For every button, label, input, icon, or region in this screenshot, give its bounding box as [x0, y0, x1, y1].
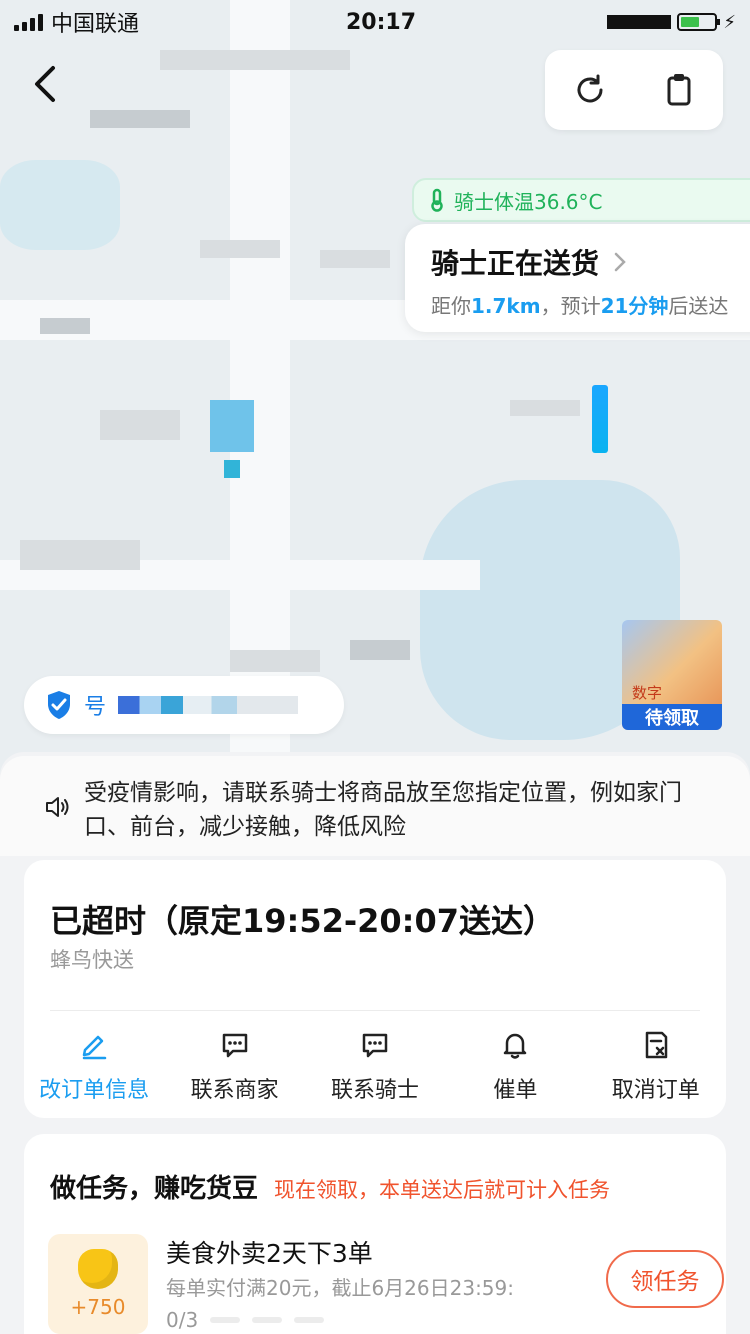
rider-status-title: 骑士正在送货 — [431, 242, 750, 282]
epidemic-notice: 受疫情影响，请联系骑士将商品放至您指定位置，例如家门口、前台，减少接触，降低风险 — [0, 756, 750, 856]
shield-icon — [48, 691, 70, 719]
rider-status-card[interactable]: 骑士正在送货 距你1.7km，预计21分钟后送达 — [405, 224, 750, 332]
progress-step — [210, 1317, 241, 1323]
contact-merchant-button[interactable]: 联系商家 — [165, 1028, 305, 1104]
task-header: 做任务，赚吃货豆 现在领取，本单送达后就可计入任务 — [50, 1168, 610, 1205]
reward-points: +750 — [70, 1295, 126, 1319]
chat-icon — [358, 1028, 392, 1062]
cancel-order-button[interactable]: 取消订单 — [586, 1028, 726, 1104]
rider-status-text: 骑士正在送货 — [431, 247, 600, 280]
refresh-button[interactable] — [565, 65, 615, 115]
map-water — [0, 160, 120, 250]
map-label — [40, 318, 90, 334]
battery-icon — [677, 13, 721, 31]
progress-step — [294, 1317, 325, 1323]
map-label — [350, 640, 410, 660]
claim-task-button[interactable]: 领任务 — [606, 1250, 724, 1308]
chat-icon — [218, 1028, 252, 1062]
temperature-text: 骑士体温36.6°C — [454, 189, 603, 214]
charging-icon: ⚡ — [723, 11, 736, 33]
eta-prefix: ，预计 — [540, 294, 601, 318]
bell-icon — [498, 1028, 532, 1062]
map-label — [160, 50, 350, 70]
task-item-title: 美食外卖2天下3单 — [166, 1239, 373, 1268]
rider-location-marker — [592, 385, 608, 453]
map-label — [100, 410, 180, 440]
divider — [50, 1010, 700, 1011]
task-card: 做任务，赚吃货豆 现在领取，本单送达后就可计入任务 +750 美食外卖2天下3单… — [24, 1134, 726, 1334]
map-label — [90, 110, 190, 128]
bean-icon — [78, 1249, 118, 1289]
id-label: 号 — [84, 695, 107, 720]
carrier-group: 中国联通 — [14, 6, 139, 38]
edit-order-label: 改订单信息 — [39, 1078, 150, 1103]
distance-value: 1.7km — [471, 294, 541, 318]
map-label — [230, 650, 320, 672]
status-right: ⚡ — [607, 12, 736, 33]
thermometer-icon — [431, 188, 443, 212]
map-top-actions — [545, 50, 723, 130]
speaker-icon — [46, 797, 69, 817]
cancel-order-label: 取消订单 — [611, 1078, 700, 1103]
back-arrow-icon — [35, 66, 55, 102]
contact-rider-button[interactable]: 联系骑士 — [305, 1028, 445, 1104]
map-label — [224, 460, 240, 478]
task-item: +750 美食外卖2天下3单 每单实付满20元，截止6月26日23:59: 0/… — [48, 1234, 724, 1334]
masked-info — [607, 15, 672, 29]
task-item-desc: 每单实付满20元，截止6月26日23:59: — [166, 1276, 514, 1300]
promo-entry[interactable]: 数字 待领取 — [622, 620, 722, 730]
progress-text: 0/3 — [166, 1308, 199, 1332]
refresh-icon — [577, 74, 602, 103]
map-label — [210, 400, 254, 452]
eta-value: 21分钟 — [600, 294, 669, 318]
chevron-right-icon — [614, 252, 626, 272]
distance-prefix: 距你 — [431, 294, 471, 318]
security-id-pill[interactable]: 号 — [24, 676, 344, 734]
order-actions: 改订单信息 联系商家 联系骑士 催单 取消订单 — [24, 1028, 726, 1104]
task-title: 做任务，赚吃货豆 — [50, 1174, 259, 1204]
edit-icon — [77, 1028, 111, 1062]
notice-text: 受疫情影响，请联系骑士将商品放至您指定位置，例如家门口、前台，减少接触，降低风险 — [84, 780, 682, 840]
edit-order-button[interactable]: 改订单信息 — [24, 1028, 164, 1104]
cancel-order-icon — [639, 1028, 673, 1062]
clipboard-icon — [667, 74, 690, 106]
contact-rider-label: 联系骑士 — [330, 1078, 419, 1103]
more-button[interactable] — [654, 65, 704, 115]
map-label — [20, 540, 140, 570]
back-button[interactable] — [22, 60, 70, 108]
rider-eta: 距你1.7km，预计21分钟后送达 — [431, 290, 750, 319]
carrier-name: 中国联通 — [51, 12, 140, 37]
map-label — [320, 250, 390, 268]
urge-order-button[interactable]: 催单 — [445, 1028, 585, 1104]
map-label — [510, 400, 580, 416]
progress-step — [252, 1317, 283, 1323]
status-bar: 中国联通 20:17 ⚡ — [0, 0, 750, 44]
rider-temperature: 骑士体温36.6°C — [412, 178, 750, 222]
task-reward: +750 — [48, 1234, 148, 1334]
masked-number — [118, 696, 299, 714]
order-status-card: 已超时（原定19:52-20:07送达） 蜂鸟快送 改订单信息 联系商家 联系骑… — [24, 860, 726, 1118]
task-tip: 现在领取，本单送达后就可计入任务 — [274, 1178, 611, 1202]
task-progress: 0/3 — [166, 1308, 325, 1332]
urge-order-label: 催单 — [493, 1078, 538, 1103]
order-status-headline: 已超时（原定19:52-20:07送达） — [50, 902, 556, 940]
contact-merchant-label: 联系商家 — [190, 1078, 279, 1103]
promo-badge: 待领取 — [622, 704, 722, 730]
eta-suffix: 后送达 — [668, 294, 729, 318]
signal-icon — [14, 13, 43, 31]
map-label — [200, 240, 280, 258]
promo-top-text: 数字 — [632, 684, 663, 702]
clock: 20:17 — [346, 9, 417, 35]
delivery-carrier: 蜂鸟快送 — [50, 948, 134, 972]
